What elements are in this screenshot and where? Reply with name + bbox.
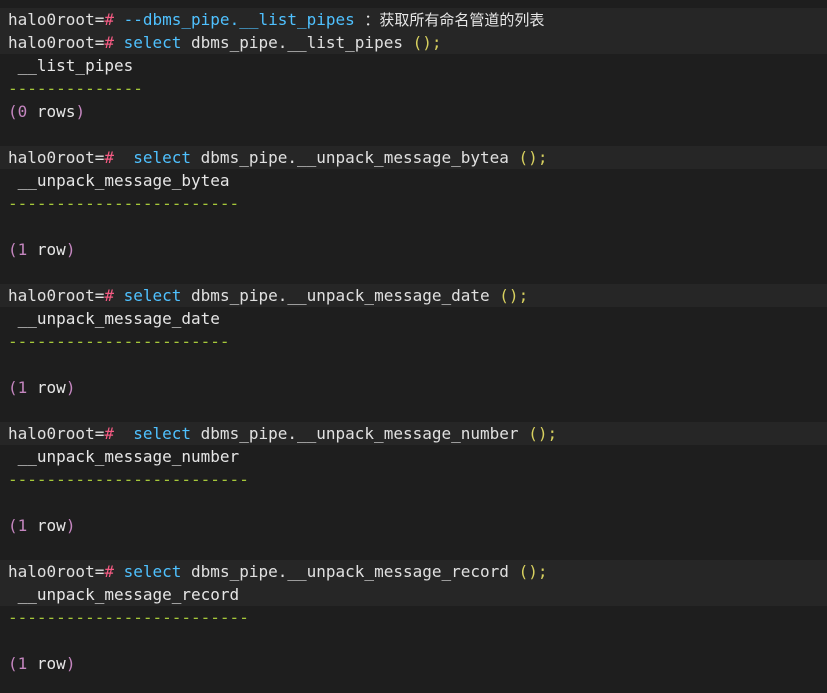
comment-text: ：获取所有命名管道的列表 [364, 11, 545, 29]
comment-line: halo0root=# --dbms_pipe.__list_pipes ：获取… [0, 8, 827, 31]
function-call: dbms_pipe.__unpack_message_number [191, 424, 529, 443]
prompt-hash: # [104, 10, 114, 29]
row-count-word: row [27, 378, 66, 397]
header-separator: ----------------------- [8, 332, 230, 351]
prompt: halo0root= [8, 424, 105, 443]
command-line: halo0root=# select dbms_pipe.__unpack_me… [0, 146, 827, 169]
command-line: halo0root=# select dbms_pipe.__unpack_me… [0, 284, 827, 307]
row-count-number: 1 [17, 240, 28, 259]
function-call: dbms_pipe.__unpack_message_record [181, 562, 519, 581]
column-header: __unpack_message_bytea [8, 171, 230, 190]
header-separator: ------------------------ [8, 194, 240, 213]
column-header: __unpack_message_date [8, 309, 220, 328]
row-count-word: rows [27, 102, 76, 121]
call-parens: (); [499, 286, 529, 305]
sql-keyword: select [113, 562, 182, 581]
row-count: (1 row) [8, 378, 76, 397]
call-parens: (); [518, 148, 548, 167]
header-separator: ------------------------- [8, 608, 249, 627]
row-count: (1 row) [8, 240, 76, 259]
row-count: (1 row) [8, 516, 76, 535]
call-parens: (); [528, 424, 558, 443]
row-count-word: row [27, 654, 66, 673]
row-count-number: 0 [17, 102, 28, 121]
row-count-number: 1 [17, 654, 28, 673]
sql-keyword: select [113, 33, 182, 52]
row-count-word: row [27, 240, 66, 259]
prompt-hash: # [104, 286, 114, 305]
function-call: dbms_pipe.__unpack_message_date [181, 286, 500, 305]
sql-keyword: select [113, 286, 182, 305]
command-line: halo0root=# select dbms_pipe.__unpack_me… [0, 422, 827, 445]
sql-keyword: select [113, 424, 192, 443]
command-line: halo0root=# select dbms_pipe.__list_pipe… [0, 31, 827, 54]
prompt: halo0root= [8, 286, 105, 305]
row-count-word: row [27, 516, 66, 535]
comment-code: --dbms_pipe.__list_pipes [113, 10, 365, 29]
column-header: __list_pipes [8, 56, 134, 75]
prompt: halo0root= [8, 33, 105, 52]
prompt-hash: # [104, 33, 114, 52]
terminal-output[interactable]: halo0root=# --dbms_pipe.__list_pipes ：获取… [0, 0, 827, 693]
function-call: dbms_pipe.__list_pipes [181, 33, 413, 52]
prompt: halo0root= [8, 10, 105, 29]
sql-keyword: select [113, 148, 192, 167]
column-header: __unpack_message_number [8, 447, 240, 466]
header-separator: ------------------------- [8, 470, 249, 489]
command-line: halo0root=# select dbms_pipe.__unpack_me… [0, 560, 827, 583]
call-parens: (); [412, 33, 442, 52]
prompt-hash: # [104, 562, 114, 581]
header-separator: -------------- [8, 79, 143, 98]
row-count-number: 1 [17, 378, 28, 397]
prompt: halo0root= [8, 562, 105, 581]
row-count-number: 1 [17, 516, 28, 535]
call-parens: (); [518, 562, 548, 581]
function-call: dbms_pipe.__unpack_message_bytea [191, 148, 519, 167]
prompt-hash: # [104, 424, 114, 443]
column-header: __unpack_message_record [0, 583, 827, 606]
row-count: (0 rows) [8, 102, 86, 121]
prompt: halo0root= [8, 148, 105, 167]
prompt-hash: # [104, 148, 114, 167]
row-count: (1 row) [8, 654, 76, 673]
